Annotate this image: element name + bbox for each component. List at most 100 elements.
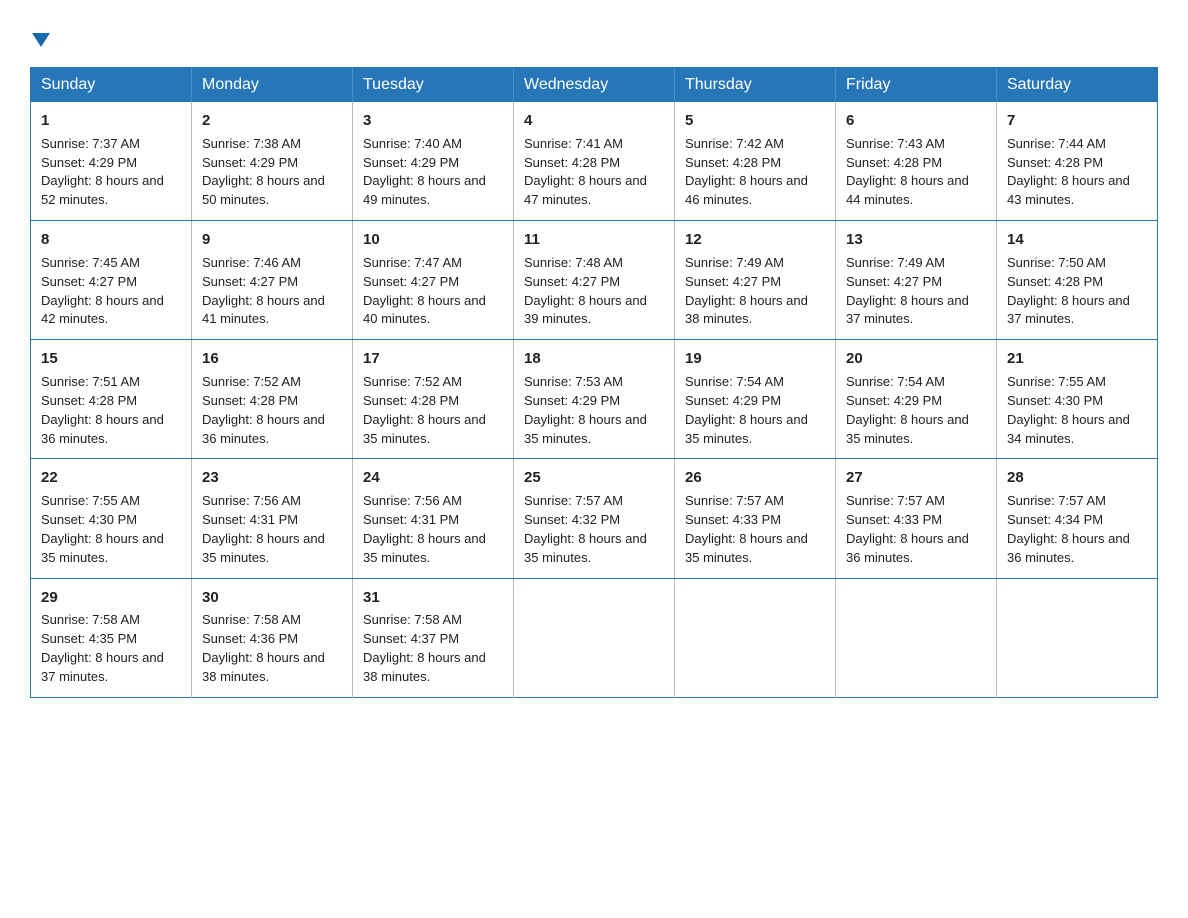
day-number: 10 bbox=[363, 229, 503, 251]
daylight-text: Daylight: 8 hours and 44 minutes. bbox=[846, 173, 969, 207]
day-number: 6 bbox=[846, 110, 986, 132]
sunrise-text: Sunrise: 7:47 AM bbox=[363, 255, 462, 270]
daylight-text: Daylight: 8 hours and 35 minutes. bbox=[41, 531, 164, 565]
calendar-cell: 11Sunrise: 7:48 AMSunset: 4:27 PMDayligh… bbox=[514, 221, 675, 340]
day-number: 8 bbox=[41, 229, 181, 251]
sunset-text: Sunset: 4:35 PM bbox=[41, 631, 137, 646]
sunrise-text: Sunrise: 7:54 AM bbox=[685, 374, 784, 389]
sunset-text: Sunset: 4:36 PM bbox=[202, 631, 298, 646]
sunset-text: Sunset: 4:28 PM bbox=[1007, 274, 1103, 289]
calendar-cell: 17Sunrise: 7:52 AMSunset: 4:28 PMDayligh… bbox=[353, 340, 514, 459]
sunset-text: Sunset: 4:29 PM bbox=[846, 393, 942, 408]
sunrise-text: Sunrise: 7:46 AM bbox=[202, 255, 301, 270]
day-number: 22 bbox=[41, 467, 181, 489]
sunrise-text: Sunrise: 7:44 AM bbox=[1007, 136, 1106, 151]
calendar-week-2: 8 Sunrise: 7:45 AM Sunset: 4:27 PM Daylight… bbox=[31, 221, 1158, 340]
sunset-text: Sunset: 4:29 PM bbox=[202, 155, 298, 170]
sunset-text: Sunset: 4:27 PM bbox=[846, 274, 942, 289]
calendar-week-3: 15Sunrise: 7:51 AMSunset: 4:28 PMDayligh… bbox=[31, 340, 1158, 459]
calendar-cell bbox=[514, 578, 675, 697]
daylight-text: Daylight: 8 hours and 35 minutes. bbox=[846, 412, 969, 446]
sunrise-text: Sunrise: 7:52 AM bbox=[363, 374, 462, 389]
day-number: 20 bbox=[846, 348, 986, 370]
sunset-text: Sunset: 4:32 PM bbox=[524, 512, 620, 527]
sunrise-text: Sunrise: 7:37 AM bbox=[41, 136, 140, 151]
daylight-text: Daylight: 8 hours and 35 minutes. bbox=[363, 412, 486, 446]
daylight-text: Daylight: 8 hours and 35 minutes. bbox=[685, 531, 808, 565]
daylight-text: Daylight: 8 hours and 43 minutes. bbox=[1007, 173, 1130, 207]
sunset-text: Sunset: 4:37 PM bbox=[363, 631, 459, 646]
calendar-cell: 16Sunrise: 7:52 AMSunset: 4:28 PMDayligh… bbox=[192, 340, 353, 459]
sunrise-text: Sunrise: 7:55 AM bbox=[41, 493, 140, 508]
calendar-cell: 12Sunrise: 7:49 AMSunset: 4:27 PMDayligh… bbox=[675, 221, 836, 340]
sunrise-text: Sunrise: 7:45 AM bbox=[41, 255, 140, 270]
calendar-cell: 19Sunrise: 7:54 AMSunset: 4:29 PMDayligh… bbox=[675, 340, 836, 459]
sunrise-text: Sunrise: 7:49 AM bbox=[685, 255, 784, 270]
day-number: 30 bbox=[202, 587, 342, 609]
day-header-thursday: Thursday bbox=[675, 68, 836, 103]
sunset-text: Sunset: 4:30 PM bbox=[1007, 393, 1103, 408]
daylight-text: Daylight: 8 hours and 40 minutes. bbox=[363, 293, 486, 327]
calendar-cell: 10 Sunrise: 7:47 AM Sunset: 4:27 PM Dayligh… bbox=[353, 221, 514, 340]
sunset-text: Sunset: 4:28 PM bbox=[41, 393, 137, 408]
sunrise-text: Sunrise: 7:58 AM bbox=[41, 612, 140, 627]
sunrise-text: Sunrise: 7:57 AM bbox=[524, 493, 623, 508]
daylight-text: Daylight: 8 hours and 52 minutes. bbox=[41, 173, 164, 207]
sunset-text: Sunset: 4:28 PM bbox=[846, 155, 942, 170]
calendar-cell: 13Sunrise: 7:49 AMSunset: 4:27 PMDayligh… bbox=[836, 221, 997, 340]
calendar-cell: 14Sunrise: 7:50 AMSunset: 4:28 PMDayligh… bbox=[997, 221, 1158, 340]
calendar-cell: 5Sunrise: 7:42 AMSunset: 4:28 PMDaylight… bbox=[675, 102, 836, 221]
daylight-text: Daylight: 8 hours and 36 minutes. bbox=[846, 531, 969, 565]
sunrise-text: Sunrise: 7:58 AM bbox=[363, 612, 462, 627]
sunset-text: Sunset: 4:27 PM bbox=[524, 274, 620, 289]
sunrise-text: Sunrise: 7:57 AM bbox=[685, 493, 784, 508]
calendar-cell: 23Sunrise: 7:56 AMSunset: 4:31 PMDayligh… bbox=[192, 459, 353, 578]
sunset-text: Sunset: 4:27 PM bbox=[685, 274, 781, 289]
daylight-text: Daylight: 8 hours and 35 minutes. bbox=[685, 412, 808, 446]
sunrise-text: Sunrise: 7:55 AM bbox=[1007, 374, 1106, 389]
sunrise-text: Sunrise: 7:51 AM bbox=[41, 374, 140, 389]
calendar-cell: 4Sunrise: 7:41 AMSunset: 4:28 PMDaylight… bbox=[514, 102, 675, 221]
day-number: 27 bbox=[846, 467, 986, 489]
sunset-text: Sunset: 4:27 PM bbox=[363, 274, 459, 289]
calendar-cell: 6Sunrise: 7:43 AMSunset: 4:28 PMDaylight… bbox=[836, 102, 997, 221]
daylight-text: Daylight: 8 hours and 39 minutes. bbox=[524, 293, 647, 327]
calendar-cell: 28Sunrise: 7:57 AMSunset: 4:34 PMDayligh… bbox=[997, 459, 1158, 578]
sunrise-text: Sunrise: 7:57 AM bbox=[1007, 493, 1106, 508]
day-number: 4 bbox=[524, 110, 664, 132]
day-number: 29 bbox=[41, 587, 181, 609]
calendar-cell: 29Sunrise: 7:58 AMSunset: 4:35 PMDayligh… bbox=[31, 578, 192, 697]
sunrise-text: Sunrise: 7:53 AM bbox=[524, 374, 623, 389]
day-number: 16 bbox=[202, 348, 342, 370]
calendar-cell: 2 Sunrise: 7:38 AM Sunset: 4:29 PM Daylight… bbox=[192, 102, 353, 221]
day-number: 25 bbox=[524, 467, 664, 489]
logo bbox=[30, 20, 50, 51]
daylight-text: Daylight: 8 hours and 37 minutes. bbox=[1007, 293, 1130, 327]
calendar-cell: 1Sunrise: 7:37 AMSunset: 4:29 PMDaylight… bbox=[31, 102, 192, 221]
day-number: 12 bbox=[685, 229, 825, 251]
sunset-text: Sunset: 4:28 PM bbox=[363, 393, 459, 408]
daylight-text: Daylight: 8 hours and 46 minutes. bbox=[685, 173, 808, 207]
calendar-week-1: 1Sunrise: 7:37 AMSunset: 4:29 PMDaylight… bbox=[31, 102, 1158, 221]
sunset-text: Sunset: 4:27 PM bbox=[41, 274, 137, 289]
day-number: 21 bbox=[1007, 348, 1147, 370]
day-number: 2 bbox=[202, 110, 342, 132]
day-number: 3 bbox=[363, 110, 503, 132]
calendar-cell: 30Sunrise: 7:58 AMSunset: 4:36 PMDayligh… bbox=[192, 578, 353, 697]
sunset-text: Sunset: 4:30 PM bbox=[41, 512, 137, 527]
daylight-text: Daylight: 8 hours and 36 minutes. bbox=[202, 412, 325, 446]
day-number: 26 bbox=[685, 467, 825, 489]
sunrise-text: Sunrise: 7:54 AM bbox=[846, 374, 945, 389]
sunrise-text: Sunrise: 7:38 AM bbox=[202, 136, 301, 151]
calendar-cell: 27Sunrise: 7:57 AMSunset: 4:33 PMDayligh… bbox=[836, 459, 997, 578]
calendar-cell: 18Sunrise: 7:53 AMSunset: 4:29 PMDayligh… bbox=[514, 340, 675, 459]
daylight-text: Daylight: 8 hours and 41 minutes. bbox=[202, 293, 325, 327]
daylight-text: Daylight: 8 hours and 47 minutes. bbox=[524, 173, 647, 207]
day-number: 5 bbox=[685, 110, 825, 132]
day-number: 19 bbox=[685, 348, 825, 370]
day-header-wednesday: Wednesday bbox=[514, 68, 675, 103]
daylight-text: Daylight: 8 hours and 50 minutes. bbox=[202, 173, 325, 207]
day-number: 28 bbox=[1007, 467, 1147, 489]
calendar-cell: 26Sunrise: 7:57 AMSunset: 4:33 PMDayligh… bbox=[675, 459, 836, 578]
calendar-cell: 31Sunrise: 7:58 AMSunset: 4:37 PMDayligh… bbox=[353, 578, 514, 697]
